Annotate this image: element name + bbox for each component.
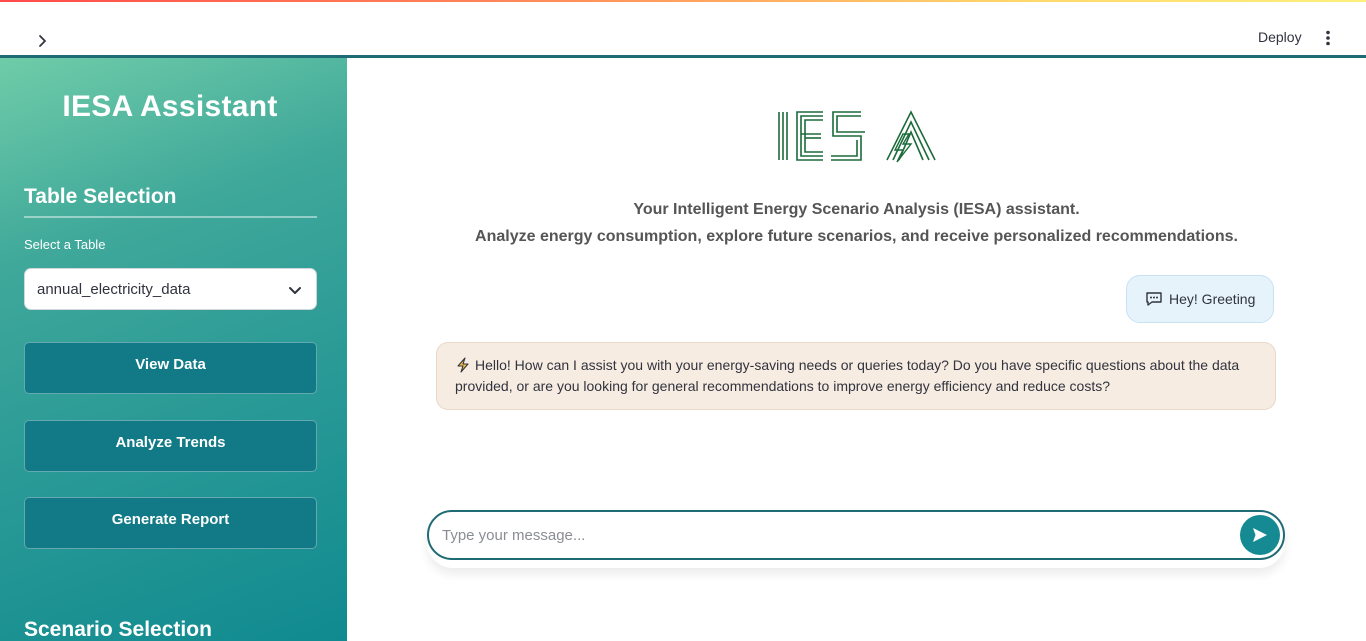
scenario-selection-heading: Scenario Selection (24, 618, 212, 641)
tagline-line-1: Your Intelligent Energy Scenario Analysi… (633, 201, 1080, 218)
lightning-bolt-icon (457, 357, 469, 373)
generate-report-button[interactable]: Generate Report (24, 497, 317, 549)
send-button[interactable] (1240, 515, 1280, 555)
main-menu-button[interactable] (1316, 26, 1340, 50)
table-select-value: annual_electricity_data (37, 281, 191, 298)
main-content: Your Intelligent Energy Scenario Analysi… (347, 58, 1366, 641)
table-selection-heading: Table Selection (24, 185, 177, 208)
sidebar: IESA Assistant Table Selection Select a … (0, 58, 347, 641)
assistant-message-text: Hello! How can I assist you with your en… (455, 357, 1240, 394)
select-table-label: Select a Table (24, 237, 106, 252)
tagline-line-2: Analyze energy consumption, explore futu… (475, 228, 1238, 245)
iesa-logo (778, 110, 936, 163)
speech-bubble-icon (1146, 292, 1162, 306)
chat-message-input[interactable] (427, 510, 1285, 560)
assistant-message-bubble: Hello! How can I assist you with your en… (436, 342, 1276, 410)
deploy-button[interactable]: Deploy (1248, 24, 1312, 50)
sidebar-title: IESA Assistant (62, 90, 278, 123)
top-bar: Deploy (0, 2, 1366, 58)
view-data-button[interactable]: View Data (24, 342, 317, 394)
chevron-down-icon (289, 287, 301, 294)
table-select[interactable]: annual_electricity_data (24, 268, 317, 310)
expand-sidebar-button[interactable] (30, 29, 54, 53)
chevron-right-icon (39, 35, 46, 47)
section-divider (24, 216, 317, 218)
chat-input-container (427, 510, 1285, 568)
more-vertical-icon (1326, 30, 1330, 46)
user-message-bubble: Hey! Greeting (1126, 275, 1275, 323)
send-icon (1253, 528, 1267, 542)
analyze-trends-button[interactable]: Analyze Trends (24, 420, 317, 472)
user-message-text: Hey! Greeting (1169, 291, 1256, 307)
